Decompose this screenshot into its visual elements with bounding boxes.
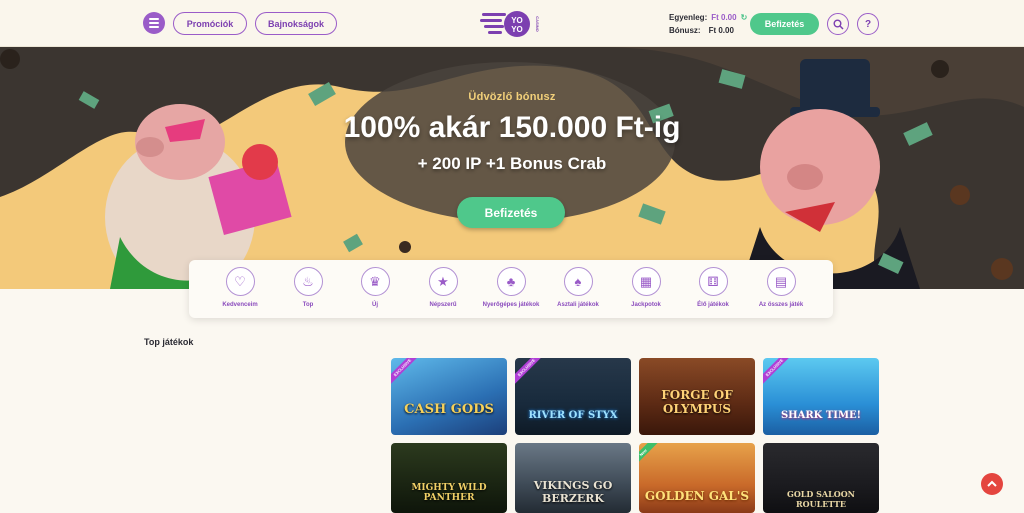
category-label: Kedvenceim <box>222 302 258 308</box>
search-button[interactable] <box>827 13 849 35</box>
game-tile-gold-saloon-roulette[interactable]: GOLD SALOON ROULETTE <box>763 443 879 513</box>
category-favourites[interactable]: ♡ Kedvenceim <box>205 267 275 308</box>
exclusive-badge: EXCLUSIVE <box>515 358 547 388</box>
category-jackpots[interactable]: ▦ Jackpotok <box>611 267 681 308</box>
balance-panel: Egyenleg: Ft 0.00 ↻ Bónusz: Ft 0.00 <box>669 11 747 37</box>
tournaments-button[interactable]: Bajnokságok <box>255 12 337 35</box>
game-tile-vikings-go-berzerk[interactable]: VIKINGS GO BERZERK <box>515 443 631 513</box>
dice-icon: ⚅ <box>698 267 728 296</box>
book-icon: ▤ <box>766 267 796 296</box>
game-tile-mighty-wild-panther[interactable]: MIGHTY WILD PANTHER <box>391 443 507 513</box>
logo-text-bottom: YO <box>511 25 523 34</box>
game-title: GOLD SALOON ROULETTE <box>786 489 855 509</box>
game-tile-cash-gods[interactable]: EXCLUSIVE CASH GODS <box>391 358 507 435</box>
search-icon <box>833 19 844 30</box>
balance-label: Egyenleg: <box>669 13 708 22</box>
star-icon: ★ <box>428 267 458 296</box>
cherries-icon: ♣ <box>496 267 526 296</box>
game-title: GOLDEN GAL'S <box>644 489 750 503</box>
category-label: Új <box>372 302 378 308</box>
category-all-games[interactable]: ▤ Az összes játék <box>746 267 816 308</box>
flame-icon: ♨ <box>293 267 323 296</box>
banner-extra-offer: + 200 IP +1 Bonus Crab <box>417 154 607 173</box>
balance-value: Ft 0.00 <box>711 13 737 22</box>
category-live[interactable]: ⚅ Élő játékok <box>678 267 748 308</box>
banner-deposit-button[interactable]: Befizetés <box>457 197 565 228</box>
game-tile-river-of-styx[interactable]: EXCLUSIVE RIVER OF STYX <box>515 358 631 435</box>
top-header: Promóciók Bajnokságok YO YO CASINO Egyen… <box>0 0 1024 47</box>
hamburger-menu-icon[interactable] <box>143 12 165 34</box>
category-table-games[interactable]: ♠ Asztali játékok <box>543 267 613 308</box>
category-label: Élő játékok <box>697 302 729 308</box>
top-games-title: Top játékok <box>144 337 194 347</box>
banner-subtitle: Üdvözlő bónusz <box>468 91 556 103</box>
game-tile-forge-of-olympus[interactable]: FORGE OF OLYMPUS <box>639 358 755 435</box>
yoyo-casino-logo[interactable]: YO YO CASINO <box>480 9 544 39</box>
logo-sub: CASINO <box>535 16 540 32</box>
game-tile-shark-time[interactable]: EXCLUSIVE SHARK TIME! <box>763 358 879 435</box>
refresh-icon[interactable]: ↻ <box>741 11 748 24</box>
game-title: RIVER OF STYX <box>528 410 618 421</box>
category-new[interactable]: ♛ Új <box>340 267 410 308</box>
category-label: Az összes játék <box>758 302 804 308</box>
scroll-to-top-button[interactable] <box>981 473 1003 495</box>
cards-icon: ♠ <box>563 267 593 296</box>
chevron-up-icon <box>987 480 997 487</box>
category-label: Népszerű <box>429 302 457 308</box>
game-title: FORGE OF OLYMPUS <box>661 388 733 416</box>
category-label: Jackpotok <box>631 302 661 308</box>
slot-reels-icon: ▦ <box>631 267 661 296</box>
crown-icon: ♛ <box>360 267 390 296</box>
game-tile-golden-gals[interactable]: New GOLDEN GAL'S <box>639 443 755 513</box>
welcome-bonus-banner: Üdvözlő bónusz 100% akár 150.000 Ft-ig +… <box>0 47 1024 289</box>
category-slots[interactable]: ♣ Nyerőgépes játékok <box>476 267 546 308</box>
category-top[interactable]: ♨ Top <box>273 267 343 308</box>
new-badge: New <box>639 443 659 468</box>
game-title: VIKINGS GO BERZERK <box>533 479 613 505</box>
header-deposit-button[interactable]: Befizetés <box>750 13 819 35</box>
help-button[interactable]: ? <box>857 13 879 35</box>
game-title: SHARK TIME! <box>780 410 862 421</box>
category-label: Nyerőgépes játékok <box>482 302 540 308</box>
category-label: Top <box>302 302 314 308</box>
hearts-icon: ♡ <box>225 267 255 296</box>
game-title: MIGHTY WILD PANTHER <box>411 483 487 503</box>
banner-headline: 100% akár 150.000 Ft-ig <box>343 111 681 144</box>
logo-text-top: YO <box>511 16 523 25</box>
category-label: Asztali játékok <box>557 302 599 308</box>
bonus-label: Bónusz: <box>669 26 701 35</box>
game-category-bar: ♡ Kedvenceim ♨ Top ♛ Új ★ Népszerű ♣ Nye… <box>189 260 833 318</box>
bonus-value: Ft 0.00 <box>708 26 734 35</box>
promotions-button[interactable]: Promóciók <box>173 12 247 35</box>
category-popular[interactable]: ★ Népszerű <box>408 267 478 308</box>
game-title: CASH GODS <box>404 402 494 417</box>
exclusive-badge: EXCLUSIVE <box>763 358 795 388</box>
exclusive-badge: EXCLUSIVE <box>391 358 423 388</box>
